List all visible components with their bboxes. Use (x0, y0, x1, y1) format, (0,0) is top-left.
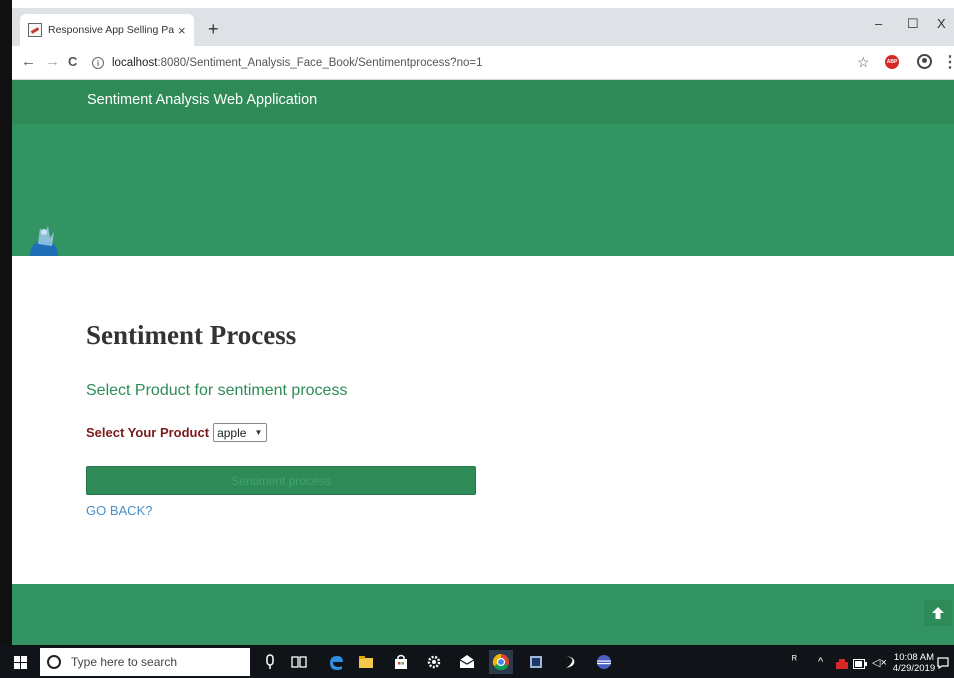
site-footer (12, 584, 954, 645)
new-tab-icon[interactable]: + (208, 20, 219, 38)
eclipse-icon[interactable] (596, 654, 612, 670)
main-content: Sentiment Process Select Product for sen… (12, 256, 954, 584)
windows-start-icon[interactable] (14, 656, 27, 669)
back-arrow-icon[interactable]: ← (21, 54, 36, 70)
product-select-row: Select Your Product apple ▼ (86, 423, 268, 442)
network-icon[interactable] (836, 659, 848, 669)
page-subtitle: Select Product for sentiment process (86, 382, 348, 399)
edge-browser-icon[interactable] (328, 654, 344, 670)
bookmark-star-icon[interactable]: ☆ (857, 54, 870, 71)
profile-icon[interactable] (917, 54, 932, 69)
sentiment-process-button[interactable]: Sentiment process (86, 466, 476, 495)
scroll-to-top-button[interactable] (924, 600, 952, 626)
globe-logo-icon (30, 226, 58, 256)
settings-gear-icon[interactable] (426, 654, 442, 670)
reload-icon[interactable]: C (68, 54, 77, 70)
go-back-link[interactable]: GO BACK? (86, 503, 152, 518)
store-icon[interactable] (393, 654, 409, 670)
taskbar-search-box[interactable]: Type here to search (40, 648, 250, 676)
url-host: localhost (112, 57, 158, 69)
url-path: :8080/Sentiment_Analysis_Face_Book/Senti… (157, 57, 483, 69)
tab-close-icon[interactable]: × (178, 23, 186, 38)
forward-arrow-icon[interactable]: → (45, 54, 60, 70)
clock-time: 10:08 AM (893, 652, 935, 663)
dropdown-caret-icon: ▼ (254, 428, 263, 437)
hero-banner (12, 124, 954, 256)
product-select[interactable]: apple ▼ (213, 423, 268, 442)
navigation-bar: ← → C i localhost:8080/Sentiment_Analysi… (12, 46, 954, 80)
tab-title: Responsive App Selling Page - A (48, 24, 174, 36)
battery-icon[interactable] (853, 659, 867, 669)
maximize-icon[interactable]: ☐ (907, 16, 919, 32)
people-icon[interactable]: ᴿ (792, 654, 797, 666)
site-info-icon[interactable]: i (92, 57, 104, 69)
adblock-icon[interactable]: ABP (885, 55, 899, 69)
browser-tab[interactable]: Responsive App Selling Page - A × (20, 14, 194, 46)
clock[interactable]: 10:08 AM 4/29/2019 (886, 652, 942, 674)
browser-window: Responsive App Selling Page - A × + – ☐ … (0, 0, 954, 678)
screen-edge (0, 0, 12, 645)
close-window-icon[interactable]: X (937, 16, 946, 31)
minimize-icon[interactable]: – (875, 16, 882, 31)
site-title[interactable]: Sentiment Analysis Web Application (87, 92, 317, 108)
site-header: Sentiment Analysis Web Application (12, 80, 954, 124)
volume-muted-icon[interactable]: ◁× (872, 656, 887, 669)
java-app-icon[interactable] (562, 654, 578, 670)
chrome-icon[interactable] (489, 650, 513, 674)
tab-strip: Responsive App Selling Page - A × + – ☐ … (12, 8, 954, 46)
file-explorer-icon[interactable] (358, 654, 374, 670)
menu-icon[interactable]: ⋮ (942, 52, 954, 72)
product-select-value: apple (217, 425, 247, 440)
page-favicon-icon (28, 23, 42, 37)
windows-taskbar: Type here to search ᴿ ^ ◁× 10:08 AM 4/29… (0, 645, 954, 678)
url-text: localhost:8080/Sentiment_Analysis_Face_B… (112, 57, 482, 69)
task-view-icon[interactable] (291, 654, 307, 670)
mail-icon[interactable] (459, 654, 475, 670)
action-center-icon[interactable] (937, 657, 949, 669)
arrow-up-icon (932, 607, 944, 619)
clock-date: 4/29/2019 (892, 663, 936, 674)
address-bar[interactable]: i localhost:8080/Sentiment_Analysis_Face… (92, 52, 932, 74)
notepad-app-icon[interactable] (528, 654, 544, 670)
taskbar-search-placeholder: Type here to search (71, 655, 178, 669)
microphone-icon[interactable] (262, 654, 278, 670)
show-hidden-icons-chevron-icon[interactable]: ^ (818, 656, 823, 668)
page-title: Sentiment Process (86, 320, 297, 350)
product-select-label: Select Your Product (86, 425, 210, 440)
cortana-icon (47, 655, 61, 669)
